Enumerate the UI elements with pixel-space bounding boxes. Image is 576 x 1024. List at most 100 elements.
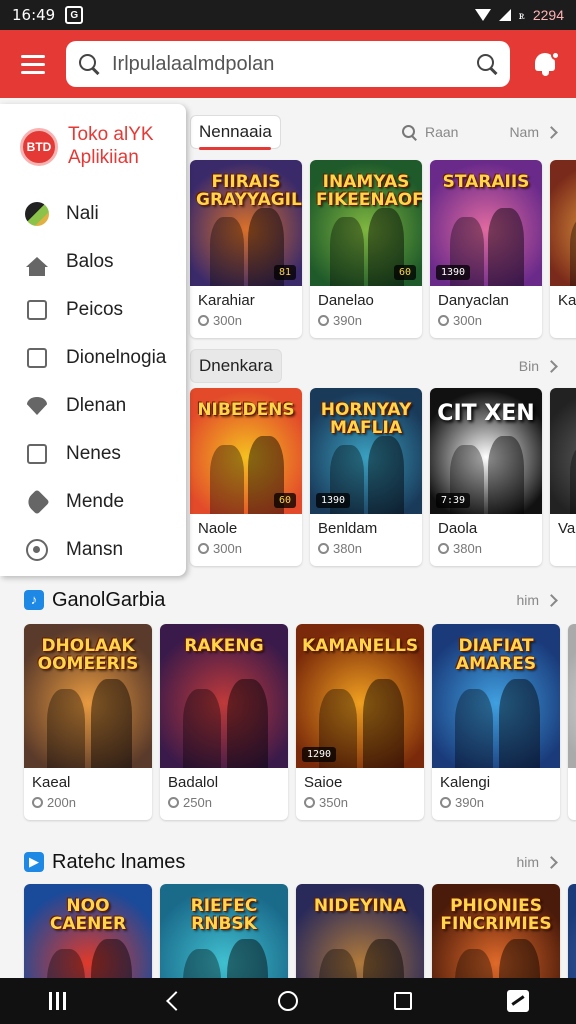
section-more-link[interactable]: Nam: [509, 124, 558, 140]
section-chip[interactable]: Nennaaia: [190, 115, 281, 150]
app-card[interactable]: DIAFIAT AMARES Kalengi 390n: [432, 624, 560, 820]
game-logo-text: RIEFEC RNBSK: [190, 896, 258, 934]
drawer-item-dionelnogia[interactable]: Dionelnogia: [0, 334, 186, 382]
card-row: DHOLAAK OOMEERIS Kaeal 200n RAKENG Badalol 25…: [24, 624, 576, 820]
app-name: Karahiar: [198, 292, 255, 309]
signal-icon: [498, 9, 511, 21]
app-name: Va: [558, 520, 576, 537]
character-art: [90, 938, 132, 978]
chevron-right-icon: [545, 855, 558, 869]
clock: 16:49: [12, 6, 56, 24]
section-icon: ♪: [24, 590, 44, 610]
status-bar: 16:49 G ꭱ 2294: [0, 0, 576, 30]
game-logo-text: STARAIIS: [442, 172, 530, 192]
home-icon: [24, 249, 50, 276]
app-size: 200n: [24, 793, 152, 820]
drawer-item-balos[interactable]: Balos: [0, 238, 186, 286]
app-size: 300n: [190, 539, 302, 566]
game-logo-text: INAMYAS FIKEENAOF: [316, 172, 422, 210]
app-card[interactable]: KAMANELLS 1290 Saioe 350n: [296, 624, 424, 820]
character-art: [330, 216, 364, 286]
home-button[interactable]: [268, 986, 308, 1016]
app-size: 300n: [430, 311, 542, 338]
app-card[interactable]: NOO CAENER: [24, 884, 152, 978]
drawer-item-mende[interactable]: Mende: [0, 478, 186, 526]
character-art: [47, 948, 86, 978]
character-art: [183, 948, 222, 978]
game-thumbnail: [568, 624, 576, 768]
search-bar[interactable]: [66, 41, 510, 87]
app-shortcut-icon[interactable]: [498, 986, 538, 1016]
app-card[interactable]: FIIRAIS GRAYYAGILS 81 Karahiar 300n: [190, 160, 302, 338]
card-row: NOO CAENER RIEFEC RNBSK NIDEYINA PHIONIES F…: [24, 884, 576, 978]
app-card[interactable]: HORNYAY MAFLIA 1390 Benldam 380n: [310, 388, 422, 566]
section-search-label: Raan: [425, 124, 459, 140]
app-card[interactable]: RAKENG Badalol 250n: [160, 624, 288, 820]
overview-button[interactable]: [383, 986, 423, 1016]
app-card[interactable]: INAMYAS FIKEENAOF 60 Danelao 390n: [310, 160, 422, 338]
game-logo-text: NIBEDENS: [197, 400, 295, 420]
app-card[interactable]: 7 Va: [550, 388, 576, 566]
drawer-item-mansn[interactable]: Mansn: [0, 526, 186, 574]
download-icon: [198, 315, 209, 326]
download-icon: [198, 543, 209, 554]
hamburger-menu-button[interactable]: [0, 30, 66, 98]
app-name: Badalol: [168, 774, 219, 791]
app-size: [550, 311, 576, 323]
section-title: GanolGarbia: [52, 588, 166, 611]
app-name: Ka: [558, 292, 576, 309]
back-button[interactable]: [153, 986, 193, 1016]
app-card[interactable]: Na: [568, 624, 576, 820]
network-label: ꭱ: [518, 7, 525, 22]
section-games: ♪ GanolGarbia him DHOLAAK OOMEERIS Kaeal 2…: [0, 580, 576, 820]
battery-text: 2294: [532, 7, 564, 23]
app-card[interactable]: [568, 884, 576, 978]
app-size: [550, 539, 576, 551]
app-size-text: 300n: [213, 541, 242, 556]
app-card[interactable]: NIBEDENS 60 Naole 300n: [190, 388, 302, 566]
section-more-link[interactable]: him: [516, 592, 558, 608]
drawer-item-nali[interactable]: Nali: [0, 190, 186, 238]
character-art: [570, 444, 576, 514]
recent-apps-button[interactable]: [38, 986, 78, 1016]
game-thumbnail: RAKENG: [160, 624, 288, 768]
character-art: [90, 678, 132, 768]
notification-icon: G: [65, 6, 84, 24]
game-thumbnail: NOO CAENER: [24, 884, 152, 978]
app-card[interactable]: PHIONIES FINCRIMIES: [432, 884, 560, 978]
app-card[interactable]: STARAIIS 1390 Danyaclan 300n: [430, 160, 542, 338]
section-more-link[interactable]: Bin: [519, 358, 558, 374]
download-icon: [438, 543, 449, 554]
rating-badge: 1390: [316, 493, 351, 508]
notification-bell-icon[interactable]: [530, 49, 560, 79]
section-search[interactable]: Raan: [402, 124, 458, 140]
drawer-item-label: Dlenan: [66, 395, 127, 416]
brush-icon: [24, 201, 50, 227]
section-more-link[interactable]: him: [516, 854, 558, 870]
character-art: [362, 938, 404, 978]
heart-icon: [24, 393, 50, 419]
card-row: FIIRAIS GRAYYAGILS 81 Karahiar 300n INAMYAS …: [190, 160, 576, 338]
rating-badge: 1390: [436, 265, 471, 280]
app-name: Benldam: [318, 520, 378, 537]
app-card[interactable]: RIEFEC RNBSK: [160, 884, 288, 978]
section-chip[interactable]: Dnenkara: [190, 349, 282, 383]
app-card[interactable]: S Ka: [550, 160, 576, 338]
system-navigation-bar: [0, 978, 576, 1024]
app-card[interactable]: DHOLAAK OOMEERIS Kaeal 200n: [24, 624, 152, 820]
drawer-item-peicos[interactable]: Peicos: [0, 286, 186, 334]
search-submit-icon[interactable]: [476, 53, 498, 75]
app-card[interactable]: NIDEYINA: [296, 884, 424, 978]
character-art: [47, 688, 86, 768]
character-art: [488, 207, 525, 286]
more-label: him: [516, 854, 539, 870]
download-icon: [168, 797, 179, 808]
character-art: [226, 938, 268, 978]
rating-badge: 7:39: [436, 493, 471, 508]
drawer-item-nenes[interactable]: Nenes: [0, 430, 186, 478]
search-input[interactable]: [112, 52, 476, 76]
game-logo-text: HORNYAY MAFLIA: [320, 400, 412, 438]
app-card[interactable]: CIT XEN 7:39 Daola 380n: [430, 388, 542, 566]
drawer-item-dlenan[interactable]: Dlenan: [0, 382, 186, 430]
section-icon: ▶: [24, 852, 44, 872]
